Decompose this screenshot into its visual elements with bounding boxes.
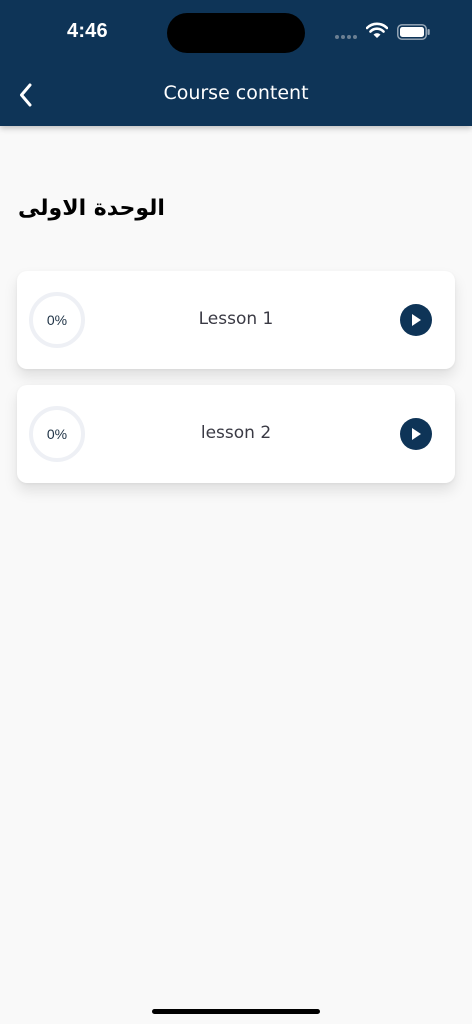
lesson-card[interactable]: 0% Lesson 1 <box>17 271 455 369</box>
wifi-icon <box>366 22 388 38</box>
lesson-title: Lesson 1 <box>198 309 274 329</box>
page-title: Course content <box>163 82 309 104</box>
unit-title: الوحدة الاولى <box>18 196 165 221</box>
lesson-title: lesson 2 <box>200 423 272 443</box>
dynamic-island <box>167 13 305 53</box>
lesson-card[interactable]: 0% lesson 2 <box>17 385 455 483</box>
play-icon <box>412 314 421 326</box>
app-header: 4:46 Course content <box>0 0 472 126</box>
play-icon <box>412 428 421 440</box>
play-button[interactable] <box>400 304 432 336</box>
cellular-signal-icon <box>335 35 357 39</box>
play-button[interactable] <box>400 418 432 450</box>
battery-icon <box>397 24 430 40</box>
status-time: 4:46 <box>67 20 108 42</box>
home-indicator[interactable] <box>152 1009 320 1014</box>
